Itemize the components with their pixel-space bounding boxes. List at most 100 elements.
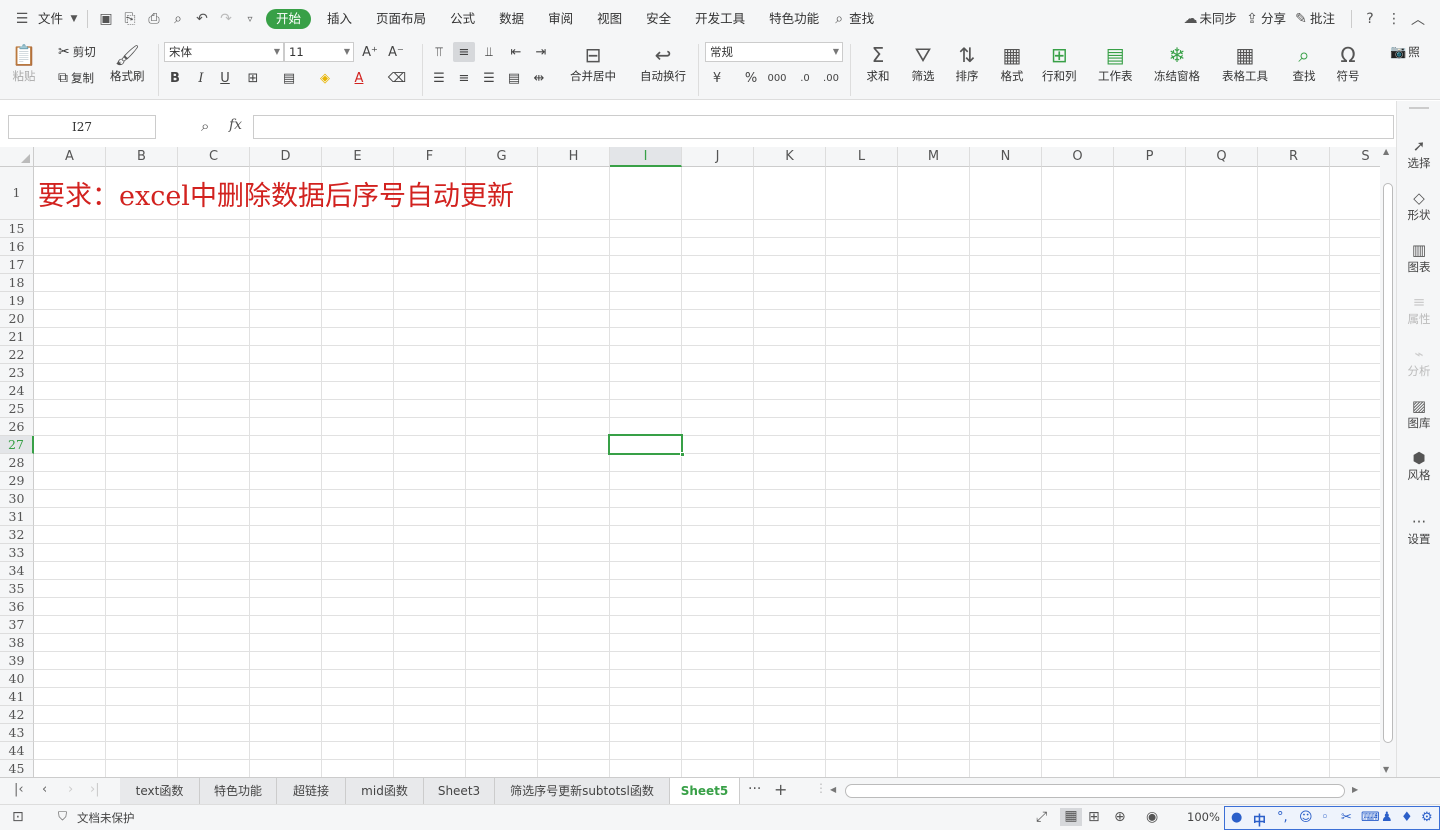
hamburger-icon[interactable]: ☰ [10,7,34,31]
sheet-tab[interactable]: Sheet3 [424,778,495,804]
fullscreen-icon[interactable]: ⤢ [1036,809,1047,825]
last-sheet-icon[interactable]: ›| [90,782,100,797]
filter-button[interactable]: ⛛ 筛选 [909,42,937,84]
page-break-icon[interactable]: ⊞ [1088,809,1100,825]
worksheet-button[interactable]: ▤ 工作表 [1098,42,1133,84]
cut-button[interactable]: ✂ 剪切 [58,44,96,60]
first-sheet-icon[interactable]: |‹ [14,782,24,797]
undo-icon[interactable]: ↶ [190,7,214,31]
cell-style-icon[interactable]: ▤ [278,68,300,88]
vertical-scrollbar[interactable]: ▲ ▼ [1380,147,1396,777]
border-icon[interactable]: ⊞ [242,68,264,88]
pane-style[interactable]: ⬢ 风格 [1397,449,1440,483]
sheet-tab[interactable]: mid函数 [346,778,424,804]
ime-mode[interactable]: 中 [1253,810,1266,829]
fill-handle[interactable] [680,452,685,457]
sync-status[interactable]: 未同步 [1199,0,1243,38]
rows-cols-button[interactable]: ⊞ 行和列 [1042,42,1077,84]
increase-decimal-icon[interactable]: .0 [794,68,816,88]
scroll-thumb[interactable] [1383,183,1393,743]
scroll-right-icon[interactable]: ▶ [1352,785,1358,794]
column-header-d[interactable]: D [250,147,322,167]
sort-button[interactable]: ⇅ 排序 [953,42,981,84]
redo-icon[interactable]: ↷ [214,7,238,31]
tab-home[interactable]: 开始 [266,9,312,29]
align-top-icon[interactable]: ⫪ [428,42,450,62]
distribute-icon[interactable]: ⇹ [528,68,550,88]
search-icon[interactable]: ⌕ [831,7,847,31]
row-header-24[interactable]: 24 [0,382,34,400]
ime-logo-icon[interactable]: ● [1231,810,1242,825]
font-size-select[interactable]: 11 ▼ [284,42,354,62]
row-header-38[interactable]: 38 [0,634,34,652]
collapse-ribbon-icon[interactable]: ︿ [1406,7,1430,31]
row-header-17[interactable]: 17 [0,256,34,274]
sheet-macro-icon[interactable]: ⊡ [12,809,24,825]
symbol-button[interactable]: Ω 符号 [1334,42,1362,84]
print-icon[interactable]: ⎙ [142,7,166,31]
row-header-28[interactable]: 28 [0,454,34,472]
column-header-i[interactable]: I [610,147,682,167]
align-center-icon[interactable]: ≡ [453,68,475,88]
row-header-45[interactable]: 45 [0,760,34,777]
fill-color-icon[interactable]: ◈ [314,68,336,88]
row-header-15[interactable]: 15 [0,220,34,238]
row-header-27[interactable]: 27 [0,436,34,454]
sheet-tab[interactable]: 特色功能 [200,778,277,804]
spreadsheet-grid[interactable]: ABCDEFGHIJKLMNOPQRS 1 15 16 17 18 19 20 21 22 23 2… [0,147,1380,777]
zoom-level[interactable]: 100% [1187,810,1220,824]
user-icon[interactable]: ♟ [1381,810,1393,825]
align-bottom-icon[interactable]: ⫫ [478,42,500,62]
column-header-p[interactable]: P [1114,147,1186,167]
paste-button[interactable]: 📋 粘贴 [10,42,38,84]
active-cell-i27[interactable] [608,434,685,457]
row-header-34[interactable]: 34 [0,562,34,580]
comment-button[interactable]: 批注 [1310,0,1345,38]
row-header-19[interactable]: 19 [0,292,34,310]
normal-view-icon[interactable]: ▦ [1060,808,1082,826]
font-color-icon[interactable]: A [348,68,370,88]
scissor-tool-icon[interactable]: ✂ [1341,810,1352,825]
row-header-31[interactable]: 31 [0,508,34,526]
column-header-l[interactable]: L [826,147,898,167]
scroll-down-icon[interactable]: ▼ [1383,765,1389,774]
clear-icon[interactable]: ⌫ [386,68,408,88]
row-header-25[interactable]: 25 [0,400,34,418]
copy-button[interactable]: ⧉ 复制 [58,70,94,86]
column-header-k[interactable]: K [754,147,826,167]
column-header-o[interactable]: O [1042,147,1114,167]
horizontal-scroll-thumb[interactable] [845,784,1345,798]
font-name-select[interactable]: 宋体 ▼ [164,42,284,62]
table-tools-button[interactable]: ▦ 表格工具 [1222,42,1268,84]
underline-icon[interactable]: U [214,68,236,88]
align-right-icon[interactable]: ☰ [478,68,500,88]
format-button[interactable]: ▦ 格式 [998,42,1026,84]
row-header-18[interactable]: 18 [0,274,34,292]
cell-a1-title[interactable]: 要求：excel中删除数据后序号自动更新 [38,174,514,213]
tab-insert[interactable]: 插入 [315,0,364,38]
percent-icon[interactable]: % [740,68,762,88]
select-all-corner[interactable] [0,147,34,167]
indent-decrease-icon[interactable]: ⇤ [505,42,527,62]
row-header-35[interactable]: 35 [0,580,34,598]
wrap-text-button[interactable]: ↩ 自动换行 [640,42,686,84]
emoji-icon[interactable]: ☺ [1299,810,1313,825]
row-header-30[interactable]: 30 [0,490,34,508]
column-header-q[interactable]: Q [1186,147,1258,167]
help-icon[interactable]: ? [1358,7,1382,31]
align-middle-icon[interactable]: ≡ [453,42,475,62]
row-header-26[interactable]: 26 [0,418,34,436]
save-icon[interactable]: ▣ [94,7,118,31]
formula-input[interactable] [253,115,1394,139]
decrease-font-icon[interactable]: A⁻ [385,42,407,62]
punctuation-icon[interactable]: °, [1277,810,1288,825]
column-header-n[interactable]: N [970,147,1042,167]
row-header-22[interactable]: 22 [0,346,34,364]
export-icon[interactable]: ⎘ [118,7,142,31]
column-header-h[interactable]: H [538,147,610,167]
format-painter-button[interactable]: 🖌 格式刷 [110,42,145,84]
scroll-left-icon[interactable]: ◀ [830,785,836,794]
freeze-panes-button[interactable]: ❄ 冻结窗格 [1154,42,1200,84]
tab-data[interactable]: 数据 [487,0,536,38]
sheet-tab-active[interactable]: Sheet5 [670,778,740,804]
